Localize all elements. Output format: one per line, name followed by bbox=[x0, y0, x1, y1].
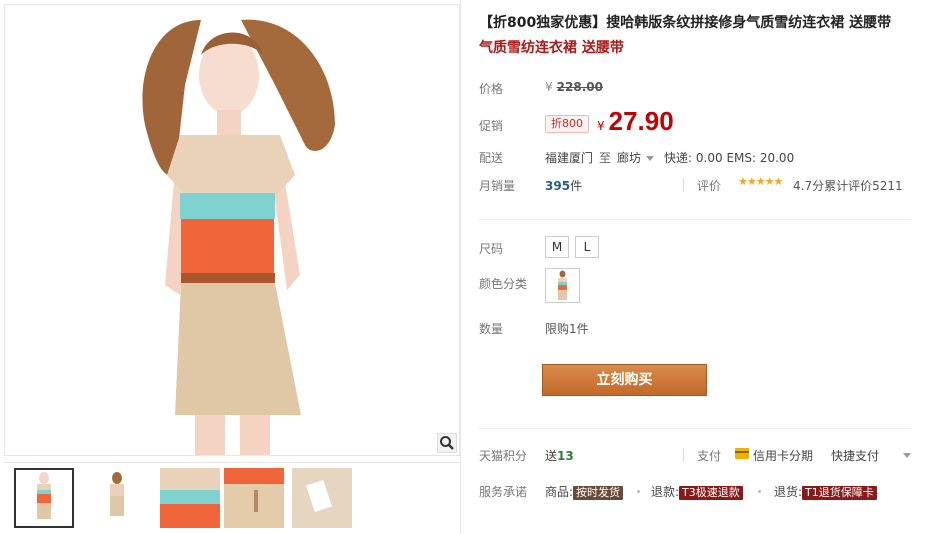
section-divider bbox=[479, 219, 911, 220]
thumbnail-5[interactable] bbox=[292, 468, 352, 528]
thumbnail-image bbox=[160, 468, 220, 528]
original-price-value: 228.00 bbox=[556, 80, 603, 94]
points-send-word: 送 bbox=[545, 449, 558, 463]
product-gallery bbox=[4, 4, 460, 530]
divider bbox=[683, 178, 684, 192]
payment-label: 支付 bbox=[697, 449, 722, 463]
shipping-to-word: 至 bbox=[599, 151, 612, 165]
buy-now-button[interactable]: 立刻购买 bbox=[542, 364, 707, 396]
promo-badge: 折800 bbox=[545, 115, 589, 133]
price-label: 价格 bbox=[479, 82, 504, 96]
points-number: 13 bbox=[557, 449, 574, 463]
installment-option[interactable]: 信用卡分期 bbox=[753, 447, 813, 464]
promo-price-value: 27.90 bbox=[608, 106, 674, 136]
sales-unit: 件 bbox=[570, 179, 583, 193]
promo-label: 促销 bbox=[479, 119, 504, 133]
thumbnail-4[interactable] bbox=[224, 468, 284, 528]
points-label: 天猫积分 bbox=[479, 449, 528, 463]
thumbnail-image bbox=[292, 468, 352, 528]
currency-symbol: ¥ bbox=[545, 80, 553, 94]
thumbnail-1[interactable] bbox=[14, 468, 74, 528]
quantity-limit: 限购1件 bbox=[545, 322, 589, 336]
quantity-label: 数量 bbox=[479, 322, 504, 336]
thumbnail-image bbox=[87, 468, 147, 528]
separator-dot bbox=[637, 490, 640, 493]
chevron-down-icon[interactable] bbox=[646, 155, 655, 161]
service-refund-tag[interactable]: T3极速退款 bbox=[679, 486, 743, 500]
service-goods[interactable]: 商品: 按时发货 bbox=[545, 483, 624, 500]
service-refund-label: 退款: bbox=[651, 485, 680, 499]
thumbnail-strip bbox=[4, 462, 460, 530]
shipping-from: 福建厦门 bbox=[545, 151, 594, 165]
divider bbox=[683, 448, 684, 462]
color-swatch-image bbox=[546, 269, 579, 302]
magnifier-icon bbox=[440, 436, 454, 450]
section-divider bbox=[479, 428, 911, 429]
main-product-image[interactable] bbox=[4, 4, 460, 456]
rating-summary[interactable]: 4.7分累计评价5211 bbox=[793, 177, 903, 194]
title-prefix: 【折800独家优惠】 bbox=[479, 15, 607, 31]
original-price: ¥228.00 bbox=[545, 80, 603, 94]
service-goods-label: 商品: bbox=[545, 485, 574, 499]
sales-label: 月销量 bbox=[479, 179, 516, 193]
model-photo bbox=[5, 5, 459, 455]
thumbnail-image bbox=[224, 468, 284, 528]
size-option-m[interactable]: M bbox=[545, 236, 569, 258]
zoom-button[interactable] bbox=[437, 433, 457, 453]
color-label: 颜色分类 bbox=[479, 277, 528, 291]
size-option-l[interactable]: L bbox=[575, 236, 599, 258]
shipping-label: 配送 bbox=[479, 151, 504, 165]
service-goods-tag[interactable]: 按时发货 bbox=[573, 486, 624, 500]
quick-pay-option[interactable]: 快捷支付 bbox=[831, 447, 879, 464]
thumbnail-3[interactable] bbox=[160, 468, 220, 528]
rating-label: 评价 bbox=[697, 179, 722, 193]
thumbnail-2[interactable] bbox=[87, 468, 147, 528]
shipping-info: 福建厦门至廊坊 快递: 0.00 EMS: 20.00 bbox=[545, 149, 794, 166]
monthly-sales: 395件 bbox=[545, 177, 582, 194]
separator-dot bbox=[758, 490, 761, 493]
promo-currency: ¥ bbox=[597, 119, 605, 133]
service-return-label: 退货: bbox=[774, 485, 803, 499]
points-value: 送13 bbox=[545, 447, 574, 464]
review-count[interactable]: 累计评价5211 bbox=[824, 179, 903, 193]
rating-score: 4.7分 bbox=[793, 179, 825, 193]
size-label: 尺码 bbox=[479, 242, 504, 256]
shipping-destination-select[interactable]: 廊坊 bbox=[617, 151, 641, 165]
star-rating-icon: ★★★★★ bbox=[738, 175, 783, 188]
product-info-panel: 【折800独家优惠】搜哈韩版条纹拼接修身气质雪纺连衣裙 送腰带 气质雪纺连衣裙 … bbox=[460, 0, 930, 534]
credit-card-icon bbox=[735, 448, 749, 459]
service-refund[interactable]: 退款: T3极速退款 bbox=[651, 483, 743, 500]
thumbnail-image bbox=[16, 470, 72, 526]
title-main: 搜哈韩版条纹拼接修身气质雪纺连衣裙 送腰带 bbox=[606, 15, 892, 31]
shipping-fees: 快递: 0.00 EMS: 20.00 bbox=[664, 151, 795, 165]
color-option[interactable] bbox=[545, 268, 580, 303]
sales-count: 395 bbox=[545, 179, 571, 193]
promo-price: ¥27.90 bbox=[597, 106, 674, 137]
service-return[interactable]: 退货: T1退货保障卡 bbox=[774, 483, 877, 500]
product-subtitle: 气质雪纺连衣裙 送腰带 bbox=[479, 40, 624, 56]
product-title: 【折800独家优惠】搜哈韩版条纹拼接修身气质雪纺连衣裙 送腰带 bbox=[479, 12, 925, 34]
service-label: 服务承诺 bbox=[479, 485, 528, 499]
chevron-down-icon[interactable] bbox=[903, 453, 911, 458]
service-return-tag[interactable]: T1退货保障卡 bbox=[802, 486, 877, 500]
